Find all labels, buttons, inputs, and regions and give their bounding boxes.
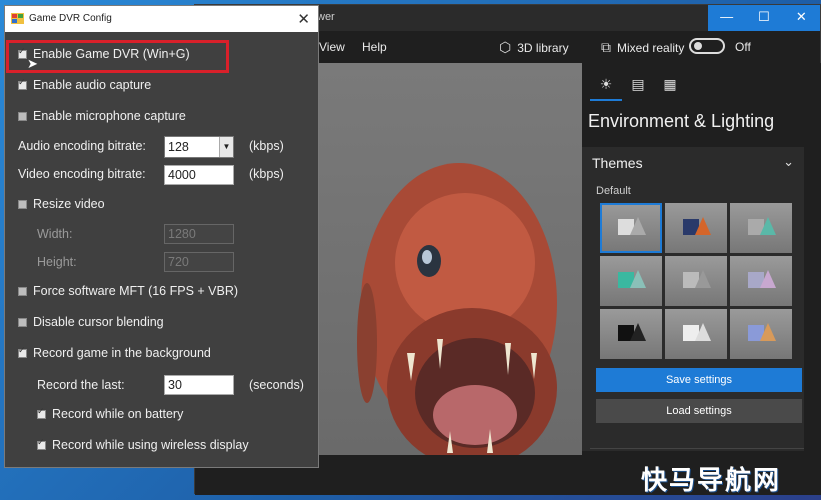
anglerfish-model: [357, 163, 557, 468]
lighting-tab-icon[interactable]: ☀: [590, 73, 622, 101]
resize-video-label: Resize video: [33, 197, 105, 211]
close-button[interactable]: ✕: [297, 10, 310, 28]
enable-mic-checkbox[interactable]: Enable microphone capture: [18, 109, 186, 123]
video-bitrate-label: Video encoding bitrate:: [18, 167, 146, 181]
record-battery-checkbox[interactable]: Record while on battery: [37, 406, 184, 421]
record-last-unit: (seconds): [249, 378, 304, 392]
panel-title: Environment & Lighting: [588, 111, 775, 131]
viewer-title: wer: [317, 11, 335, 23]
mouse-cursor-icon: ➤: [27, 56, 38, 71]
checkbox-box: [37, 437, 46, 450]
3d-library-label: 3D library: [517, 40, 569, 55]
record-last-input[interactable]: 30: [164, 375, 234, 395]
save-settings-button[interactable]: Save settings: [596, 368, 802, 392]
grid-tab-icon[interactable]: ▦: [654, 73, 686, 101]
highlight-annotation: [6, 40, 229, 73]
menu-help[interactable]: Help: [362, 40, 387, 54]
enable-audio-checkbox[interactable]: Enable audio capture: [18, 77, 152, 92]
theme-thumbnail[interactable]: [665, 203, 727, 253]
dialog-title: Game DVR Config: [29, 13, 112, 24]
checkbox-box: [18, 77, 27, 90]
mixed-reality-toggle[interactable]: [689, 38, 725, 54]
checkbox-box: [18, 317, 27, 327]
theme-thumbnail[interactable]: [730, 256, 792, 306]
record-background-label: Record game in the background: [33, 346, 211, 360]
themes-label: Themes: [592, 155, 643, 171]
theme-grid: [600, 203, 792, 359]
toggle-state-label: Off: [735, 40, 751, 54]
force-mft-label: Force software MFT (16 FPS + VBR): [33, 284, 239, 298]
audio-unit-label: (kbps): [249, 139, 284, 153]
audio-bitrate-select[interactable]: 128 ▼: [164, 136, 234, 158]
audio-bitrate-value: 128: [168, 140, 189, 154]
enable-audio-label: Enable audio capture: [33, 78, 152, 92]
menu-view[interactable]: View: [319, 40, 345, 54]
theme-thumbnail[interactable]: [730, 309, 792, 359]
themes-body: Default Save settings Load settings: [582, 181, 804, 451]
resize-video-checkbox[interactable]: Resize video: [18, 197, 105, 211]
height-label: Height:: [37, 255, 77, 269]
record-wireless-checkbox[interactable]: Record while using wireless display: [37, 437, 249, 452]
dropdown-arrow-icon: ▼: [219, 137, 233, 157]
theme-thumbnail[interactable]: [730, 203, 792, 253]
mixed-reality-icon: ⧉: [601, 39, 611, 55]
record-background-checkbox[interactable]: Record game in the background: [18, 345, 211, 360]
theme-thumbnail[interactable]: [600, 309, 662, 359]
minimize-button[interactable]: —: [708, 5, 745, 31]
themes-expander[interactable]: Themes ⌄: [582, 147, 804, 181]
force-mft-checkbox[interactable]: Force software MFT (16 FPS + VBR): [18, 284, 238, 298]
checkbox-box: [18, 286, 27, 296]
height-input[interactable]: 720: [164, 252, 234, 272]
panel-divider: [590, 448, 804, 449]
3d-library-button[interactable]: ⬡ 3D library: [499, 39, 569, 56]
checkbox-box: [18, 345, 27, 358]
checkbox-box: [18, 199, 27, 209]
disable-cursor-label: Disable cursor blending: [33, 315, 164, 329]
toggle-knob: [694, 42, 702, 50]
chevron-down-icon: ⌄: [783, 154, 794, 169]
video-unit-label: (kbps): [249, 167, 284, 181]
stats-tab-icon[interactable]: ▤: [622, 73, 654, 101]
checkbox-box: [18, 111, 27, 121]
mixed-reality-button[interactable]: ⧉ Mixed reality: [601, 39, 684, 56]
audio-bitrate-label: Audio encoding bitrate:: [18, 139, 146, 153]
width-input[interactable]: 1280: [164, 224, 234, 244]
watermark-text: 快马导航网: [641, 465, 782, 495]
record-battery-label: Record while on battery: [52, 407, 184, 421]
dvr-titlebar: Game DVR Config ✕: [5, 6, 318, 32]
enable-mic-label: Enable microphone capture: [33, 109, 186, 123]
mixed-reality-label: Mixed reality: [617, 40, 685, 55]
width-label: Width:: [37, 227, 73, 241]
close-button[interactable]: ✕: [783, 5, 820, 31]
theme-thumbnail[interactable]: [600, 256, 662, 306]
game-dvr-config-dialog: Game DVR Config ✕ Enable Game DVR (Win+G…: [4, 5, 319, 468]
theme-thumbnail[interactable]: [665, 309, 727, 359]
theme-thumbnail[interactable]: [600, 203, 662, 253]
settings-panel: ☀ ▤ ▦ Environment & Lighting Themes ⌄ De…: [582, 63, 821, 495]
window-controls: — ☐ ✕: [708, 5, 820, 31]
disable-cursor-checkbox[interactable]: Disable cursor blending: [18, 315, 164, 329]
record-last-label: Record the last:: [37, 378, 125, 392]
app-icon: [11, 13, 24, 24]
record-wireless-label: Record while using wireless display: [52, 438, 249, 452]
panel-tabs: ☀ ▤ ▦: [590, 73, 686, 101]
theme-thumbnail[interactable]: [665, 256, 727, 306]
video-bitrate-input[interactable]: 4000: [164, 165, 234, 185]
maximize-button[interactable]: ☐: [745, 5, 782, 31]
cube-icon: ⬡: [499, 39, 512, 55]
load-settings-button[interactable]: Load settings: [596, 399, 802, 423]
checkbox-box: [37, 406, 46, 419]
default-label: Default: [596, 185, 631, 197]
